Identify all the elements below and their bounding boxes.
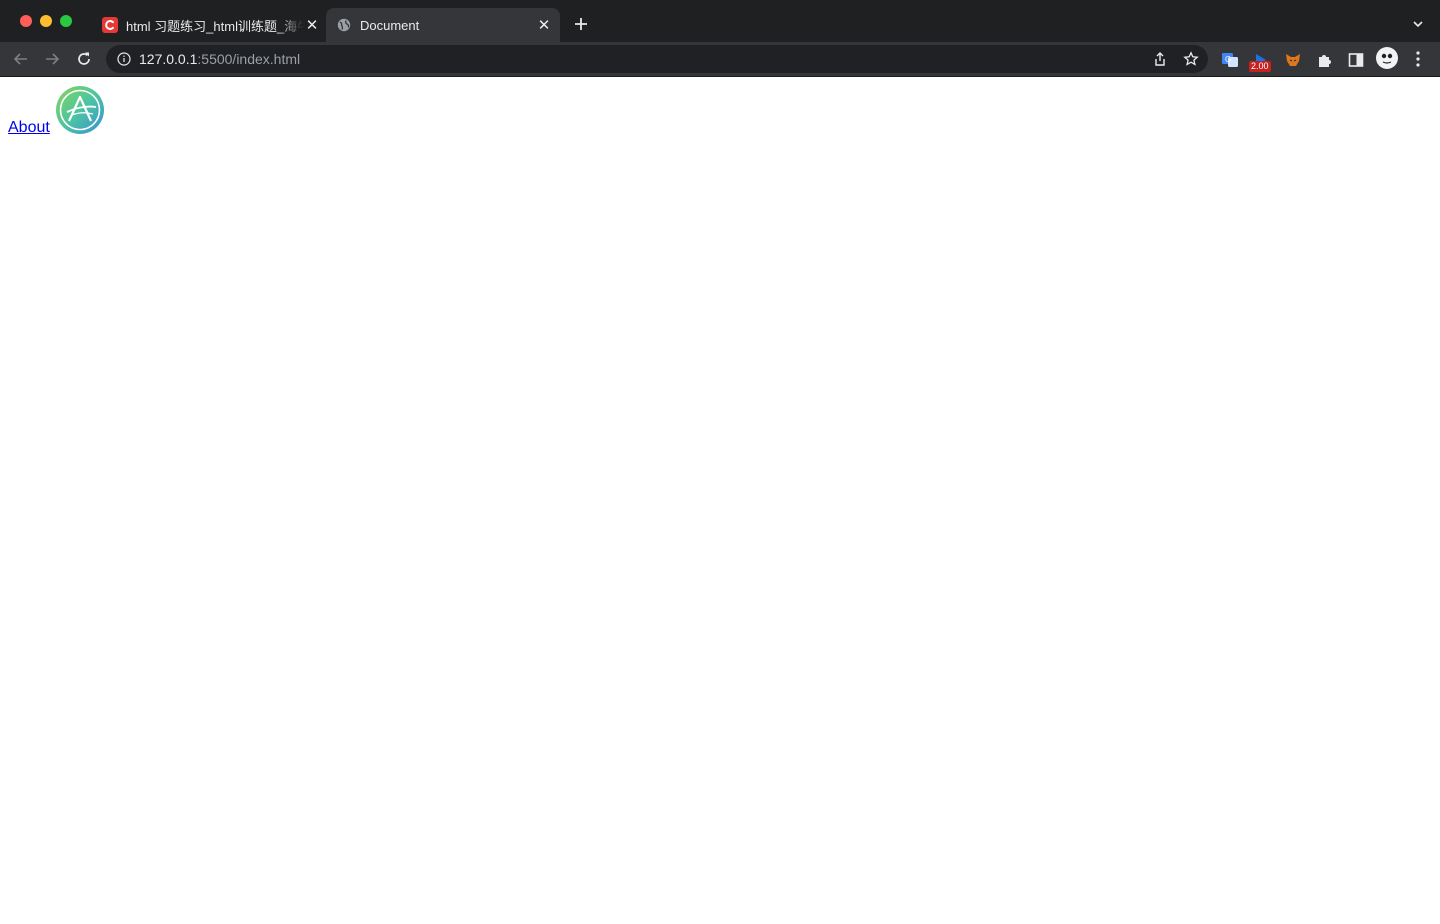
plus-icon [575,18,587,30]
translate-extension-icon[interactable]: G [1221,51,1239,69]
forward-button[interactable] [43,50,61,68]
close-tab-icon[interactable]: ✕ [536,17,552,34]
about-link[interactable]: About [8,119,50,137]
window-close-button[interactable] [20,15,32,27]
tab-active[interactable]: Document ✕ [326,8,560,42]
tab-title: html 习题练习_html训练题_海牛 [126,18,304,34]
star-icon[interactable] [1183,51,1199,67]
svg-text:G: G [1225,55,1231,64]
back-button[interactable] [12,50,30,68]
new-tab-button[interactable] [572,15,590,33]
reload-button[interactable] [75,50,93,68]
arrow-left-icon [13,53,27,65]
url-text[interactable]: 127.0.0.1:5500/index.html [139,51,300,67]
url-path: :5500/index.html [197,51,301,67]
tab-strip: html 习题练习_html训练题_海牛 ✕ Document ✕ [0,0,1440,42]
tab-title: Document [360,17,420,33]
tab-inactive[interactable]: html 习题练习_html训练题_海牛 ✕ [102,8,320,42]
c-brand-icon [102,17,118,33]
browser-window: html 习题练习_html训练题_海牛 ✕ Document ✕ 127.0.… [0,0,1440,924]
window-maximize-button[interactable] [60,15,72,27]
profile-avatar[interactable] [1376,47,1398,69]
globe-icon [336,17,352,33]
avatar-icon [1377,48,1397,68]
reload-icon [78,52,90,65]
info-icon[interactable] [117,52,131,66]
more-vert-icon [1416,51,1420,67]
arrow-right-icon [46,53,60,65]
browser-menu-button[interactable] [1412,50,1424,68]
page-viewport: About [0,77,1440,924]
url-host: 127.0.0.1 [139,51,198,67]
tab-search-button[interactable] [1409,15,1427,33]
circle-a-logo[interactable] [55,85,105,135]
address-bar[interactable]: 127.0.0.1:5500/index.html [106,45,1208,73]
extension-badge: 2.00 [1249,61,1271,72]
chevron-down-icon [1413,21,1423,28]
share-icon[interactable] [1152,51,1168,67]
close-tab-icon[interactable]: ✕ [304,17,320,34]
extensions-puzzle-icon[interactable] [1316,51,1334,69]
browser-toolbar: 127.0.0.1:5500/index.html G 2.00 [0,42,1440,76]
window-minimize-button[interactable] [40,15,52,27]
fox-extension-icon[interactable] [1284,51,1302,69]
side-panel-icon[interactable] [1347,51,1365,69]
